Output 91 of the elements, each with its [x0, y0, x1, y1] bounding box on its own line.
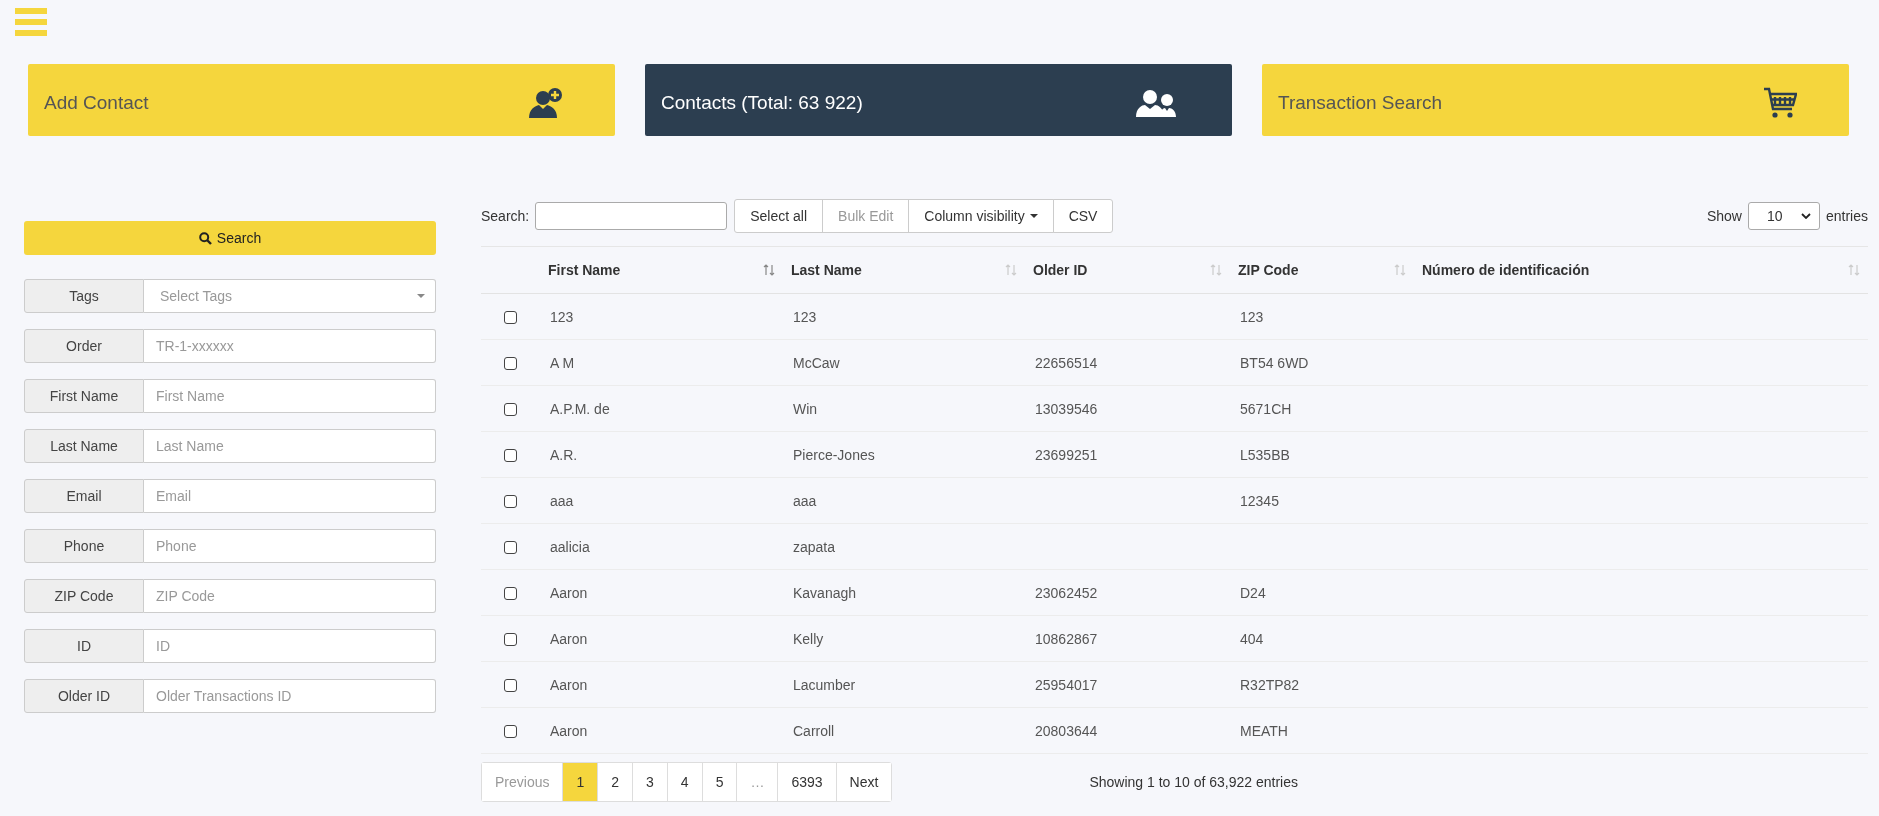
- field-label: Last Name: [24, 429, 144, 463]
- field-label: Tags: [24, 279, 144, 313]
- table-cell: D24: [1240, 584, 1266, 601]
- table-cell: Aaron: [550, 722, 588, 739]
- input-field[interactable]: Last Name: [144, 429, 436, 463]
- field-label: Email: [24, 479, 144, 513]
- table-cell: 123: [1240, 308, 1264, 325]
- toolbar-button[interactable]: Column visibility: [908, 199, 1054, 233]
- row-checkbox[interactable]: [504, 311, 517, 325]
- entries-info: Showing 1 to 10 of 63,922 entries: [1089, 774, 1298, 790]
- table-cell: Pierce-Jones: [793, 446, 875, 463]
- table-cell: 404: [1240, 630, 1264, 647]
- table-cell: 123: [550, 308, 574, 325]
- table-cell: Aaron: [550, 676, 588, 693]
- chevron-icon: [1800, 213, 1811, 219]
- nav-card[interactable]: Transaction Search: [1262, 64, 1849, 136]
- page-button[interactable]: 1: [562, 763, 598, 801]
- caret-icon: [417, 294, 425, 298]
- input-field[interactable]: Email: [144, 479, 436, 513]
- table-cell: Kavanagh: [793, 584, 857, 601]
- table-cell: Aaron: [550, 584, 588, 601]
- table-cell: 5671CH: [1240, 400, 1292, 417]
- table-cell: A M: [550, 354, 575, 371]
- search-button[interactable]: Search: [24, 221, 436, 255]
- card-label: Transaction Search: [1278, 92, 1443, 114]
- toolbar-button[interactable]: CSV: [1052, 199, 1114, 233]
- page-button[interactable]: Next: [835, 763, 892, 801]
- table-cell: A.P.M. de: [550, 400, 610, 417]
- table-cell: aaa: [793, 492, 817, 509]
- column-header[interactable]: Last Name: [783, 246, 1025, 294]
- row-checkbox[interactable]: [504, 495, 517, 509]
- column-header[interactable]: Número de identificación: [1414, 246, 1868, 294]
- input-field[interactable]: First Name: [144, 379, 436, 413]
- table-cell: A.R.: [550, 446, 578, 463]
- table-cell: Kelly: [793, 630, 824, 647]
- input-field[interactable]: Phone: [144, 529, 436, 563]
- table-cell: zapata: [793, 538, 836, 555]
- field-label: ZIP Code: [24, 579, 144, 613]
- card-label: Add Contact: [44, 92, 149, 114]
- search-icon: [198, 231, 212, 245]
- search-label: Search:: [481, 208, 530, 224]
- card-label: Contacts (Total: 63 922): [661, 92, 863, 114]
- field-label: First Name: [24, 379, 144, 413]
- row-checkbox[interactable]: [504, 587, 517, 601]
- table-cell: McCaw: [793, 354, 840, 371]
- row-checkbox[interactable]: [504, 541, 517, 555]
- toolbar-button[interactable]: Select all: [734, 199, 824, 233]
- row-checkbox[interactable]: [504, 357, 517, 371]
- row-checkbox[interactable]: [504, 403, 517, 417]
- entries-label: entries: [1825, 208, 1868, 224]
- column-header[interactable]: First Name: [540, 246, 783, 294]
- table-cell: Carroll: [793, 722, 835, 739]
- add-user-icon: [529, 88, 563, 118]
- column-header[interactable]: ZIP Code: [1230, 246, 1414, 294]
- nav-card[interactable]: Contacts (Total: 63 922): [645, 64, 1232, 136]
- table-cell: BT54 6WD: [1240, 354, 1309, 371]
- input-field[interactable]: ZIP Code: [144, 579, 436, 613]
- table-cell: 10862867: [1035, 630, 1098, 647]
- table-cell: 20803644: [1035, 722, 1098, 739]
- input-field[interactable]: Older Transactions ID: [144, 679, 436, 713]
- table-cell: 12345: [1240, 492, 1279, 509]
- field-label: Phone: [24, 529, 144, 563]
- table-cell: 123: [793, 308, 817, 325]
- nav-card[interactable]: Add Contact: [28, 64, 615, 136]
- row-checkbox[interactable]: [504, 633, 517, 647]
- row-checkbox[interactable]: [504, 725, 517, 739]
- table-cell: 25954017: [1035, 676, 1098, 693]
- table-cell: 13039546: [1035, 400, 1098, 417]
- table-cell: 22656514: [1035, 354, 1098, 371]
- field-label: Older ID: [24, 679, 144, 713]
- shopping-cart-icon: [1763, 87, 1797, 119]
- input-field[interactable]: ID: [144, 629, 436, 663]
- table-cell: MEATH: [1240, 722, 1288, 739]
- table-cell: Lacumber: [793, 676, 856, 693]
- field-label: Order: [24, 329, 144, 363]
- show-label: Show: [1706, 208, 1742, 224]
- table-cell: 23699251: [1035, 446, 1098, 463]
- table-cell: aalicia: [550, 538, 590, 555]
- row-checkbox[interactable]: [504, 449, 517, 463]
- table-cell: R32TP82: [1240, 676, 1300, 693]
- table-cell: 23062452: [1035, 584, 1098, 601]
- table-cell: aaa: [550, 492, 574, 509]
- table-cell: Aaron: [550, 630, 588, 647]
- input-field[interactable]: TR-1-xxxxxx: [144, 329, 436, 363]
- row-checkbox[interactable]: [504, 679, 517, 693]
- table-cell: L535BB: [1240, 446, 1290, 463]
- field-label: ID: [24, 629, 144, 663]
- page-size-select[interactable]: 10: [1747, 202, 1820, 230]
- column-header[interactable]: Older ID: [1025, 246, 1230, 294]
- search-field[interactable]: [535, 202, 728, 230]
- table-cell: Win: [793, 400, 818, 417]
